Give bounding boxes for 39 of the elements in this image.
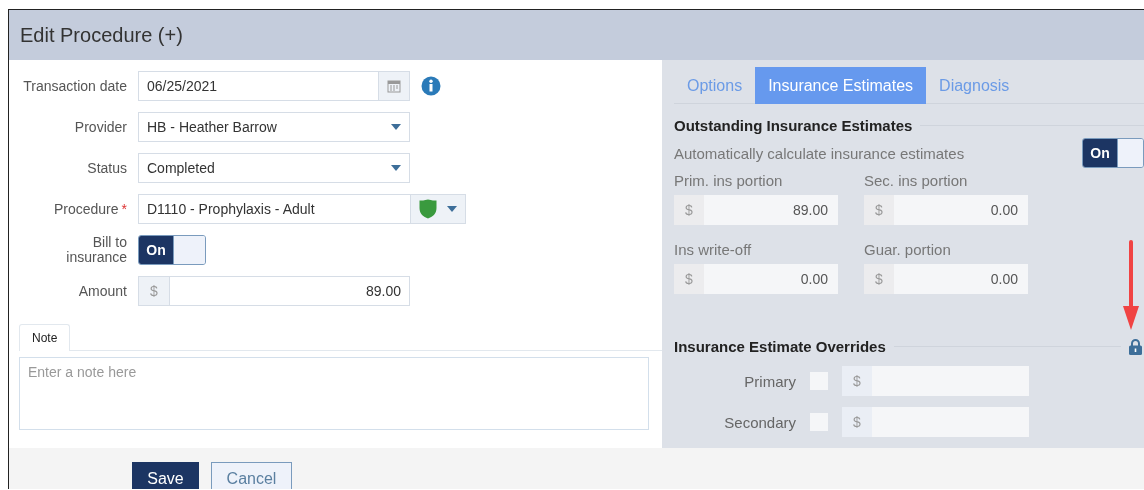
- cancel-button[interactable]: Cancel: [211, 462, 292, 489]
- caret-icon: [391, 124, 401, 130]
- field-label: Sec. ins portion: [864, 172, 969, 189]
- info-icon: [421, 76, 441, 96]
- select-field[interactable]: D1110 - Prophylaxis - Adult: [138, 194, 466, 224]
- calendar-icon: [387, 79, 401, 93]
- amount-field: $ 0.00: [674, 264, 838, 294]
- field-label: Transaction date: [22, 78, 128, 94]
- caret-icon: [391, 165, 401, 171]
- date-field[interactable]: 06/25/2021: [138, 71, 410, 101]
- amount-field[interactable]: $ 89.00: [138, 276, 410, 306]
- note-field[interactable]: Enter a note here: [19, 357, 649, 430]
- select-field[interactable]: Completed: [138, 153, 410, 183]
- toggle-switch[interactable]: On: [1082, 138, 1144, 168]
- field-label: Ins write-off: [674, 241, 753, 258]
- toggle-switch[interactable]: On: [138, 235, 206, 265]
- checkbox[interactable]: [810, 413, 828, 431]
- amount-field: $ 89.00: [674, 195, 838, 225]
- section-heading: Outstanding Insurance Estimates: [674, 117, 913, 134]
- shield-icon: [419, 199, 437, 219]
- caret-icon: [447, 206, 457, 212]
- dialog-title: Edit Procedure (+): [20, 23, 183, 47]
- field-label: Status: [86, 160, 128, 176]
- field-label: Prim. ins portion: [674, 172, 784, 189]
- field-label: Amount: [77, 283, 128, 299]
- field-label: Bill to insurance: [65, 235, 128, 265]
- toggle-label: Automatically calculate insurance estimates: [674, 144, 965, 162]
- amount-field: $ 0.00: [864, 195, 1028, 225]
- field-label: Procedure *: [52, 201, 128, 217]
- amount-field: $ 0.00: [864, 264, 1028, 294]
- note-tab[interactable]: Note: [19, 324, 71, 351]
- field-label: Primary: [743, 372, 796, 390]
- select-field[interactable]: HB - Heather Barrow: [138, 112, 410, 142]
- field-label: Guar. portion: [864, 241, 952, 258]
- field-label: Secondary: [723, 413, 796, 431]
- checkbox[interactable]: [810, 372, 828, 390]
- field-label: Provider: [73, 119, 128, 135]
- save-button[interactable]: Save: [132, 462, 199, 489]
- section-heading: Insurance Estimate Overrides: [674, 338, 886, 355]
